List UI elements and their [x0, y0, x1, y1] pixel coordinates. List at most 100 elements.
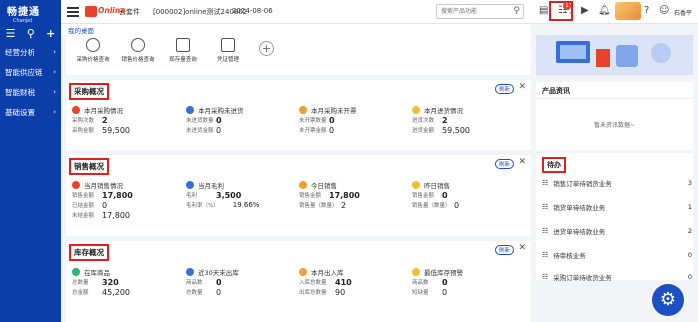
search-input[interactable] — [437, 5, 509, 18]
promo-avatar[interactable] — [615, 2, 641, 20]
add-icon[interactable]: + — [46, 27, 55, 40]
user-avatar-icon[interactable]: ☺ — [659, 5, 669, 17]
add-shortcut-button[interactable]: + — [259, 41, 274, 56]
todo-item[interactable]: ☷ 进货单待结款业务 2 — [542, 226, 692, 236]
business-date: 2024-08-06 — [232, 7, 273, 15]
user-name[interactable]: 石香平 — [674, 8, 692, 17]
stat-block: 在库商品 总数量 320 总金额 45,200 — [72, 267, 184, 297]
stock-icon — [72, 268, 80, 276]
stat-value: 2 — [341, 200, 347, 210]
stat-value: 0 — [442, 190, 448, 200]
stat-key: 总数量 — [186, 290, 203, 296]
card-title: 销售概况 — [69, 158, 109, 175]
stat-key: 销售金额 — [299, 193, 322, 199]
sidebar: 畅捷通 Chanjet ☰ ⚲ + 经营分析 › 智能供应链 › 智能财税 › 基础设… — [0, 0, 61, 322]
sidebar-item-label: 智能供应链 — [5, 67, 43, 77]
stat-value: 0 — [454, 200, 460, 210]
stock-overview-card: 库存概况 刷新 ✕ 在库商品 总数量 320 总金额 45,200 近30天未出库 … — [66, 241, 531, 322]
stat-key: 入库总数量 — [299, 280, 327, 286]
stat-head: 今日销售 — [311, 182, 337, 190]
stat-head: 当月毛利 — [198, 182, 224, 190]
stat-value: 0 — [216, 115, 222, 125]
refresh-button[interactable]: 刷新 — [494, 159, 514, 169]
sidebar-item-supply-chain[interactable]: 智能供应链 › — [0, 62, 61, 82]
stat-block: 本月采购未进货 未进货数量 0 未进货金额 0 — [186, 105, 298, 135]
stat-value: 17,800 — [329, 190, 360, 200]
quick-label: 凭证管理 — [216, 57, 239, 63]
refresh-button[interactable]: 刷新 — [494, 245, 514, 255]
stat-head: 最低库存预警 — [424, 269, 463, 277]
stat-key: 商品数 — [412, 280, 429, 286]
stat-value: 19.66% — [232, 201, 260, 209]
purchase-icon — [299, 106, 307, 114]
chevron-right-icon: › — [53, 48, 56, 56]
stat-value: 59,500 — [102, 125, 130, 135]
stat-value: 0 — [329, 115, 335, 125]
banner-illustration — [556, 41, 671, 67]
list-icon[interactable]: ☰ — [6, 27, 16, 40]
quick-stock-query[interactable]: 现存量查询 — [161, 38, 205, 63]
stat-value: 90 — [335, 287, 346, 297]
close-icon[interactable]: ✕ — [518, 243, 526, 253]
stat-value: 0 — [216, 287, 222, 297]
sidebar-item-business-analysis[interactable]: 经营分析 › — [0, 42, 61, 62]
close-icon[interactable]: ✕ — [518, 157, 526, 167]
sidebar-item-basic-settings[interactable]: 基础设置 › — [0, 102, 61, 122]
quick-voucher[interactable]: 凭证管理 — [206, 38, 250, 63]
calculator-icon[interactable]: ▤ — [539, 5, 548, 17]
stat-key: 未进货金额 — [186, 128, 214, 134]
stock-icon — [299, 268, 307, 276]
close-icon[interactable]: ✕ — [518, 82, 526, 92]
stat-key: 销售量（数量） — [412, 203, 451, 209]
bell-icon[interactable]: 🔔︎ — [598, 5, 611, 17]
stat-head: 本月采购情况 — [84, 107, 123, 115]
refresh-button[interactable]: 刷新 — [494, 84, 514, 94]
task-list-icon[interactable]: ☷ 1 — [558, 2, 571, 17]
stat-block: 本月出入库 入库总数量 410 出库总数量 90 — [299, 267, 411, 297]
chevron-right-icon: › — [53, 88, 56, 96]
stat-block: 本月采购情况 采购次数 2 采购金额 59,500 — [72, 105, 184, 135]
stat-value: 2 — [102, 115, 108, 125]
todo-title: 待办 — [542, 157, 566, 173]
promo-banner[interactable] — [536, 35, 693, 75]
sidebar-tools: ☰ ⚲ + — [0, 25, 61, 41]
todo-item[interactable]: ☷ 采购订单待收货业务 0 — [542, 272, 692, 282]
quick-purchase-price[interactable]: 采购价格查询 — [71, 38, 115, 63]
todo-count: 3 — [687, 179, 692, 187]
stat-key: 已结金额 — [72, 203, 95, 209]
voucher-icon — [221, 38, 235, 52]
quick-sales-price[interactable]: 销售价格查询 — [116, 38, 160, 63]
stat-head: 本月采购未开票 — [311, 107, 357, 115]
stat-key: 进货次数 — [412, 118, 435, 124]
search-icon[interactable]: ⚲ — [27, 27, 35, 40]
stat-value: 0 — [102, 200, 108, 210]
todo-count: 0 — [687, 273, 692, 281]
stat-key: 未开票金额 — [299, 128, 327, 134]
stat-head: 昨日销售 — [424, 182, 450, 190]
todo-item[interactable]: ☷ 销货单待结款业务 1 — [542, 202, 692, 212]
stat-block: 本月进货情况 进货次数 2 进货金额 59,500 — [412, 105, 524, 135]
settings-gear-icon[interactable]: ⚙ — [652, 284, 684, 316]
stat-key: 销售金额 — [412, 193, 435, 199]
video-icon[interactable]: ▶ — [581, 5, 589, 17]
stat-value: 410 — [335, 277, 352, 287]
stock-icon — [176, 38, 190, 52]
stat-block: 当月毛利 毛利 3,500 毛利率（%） 19.66% — [186, 180, 298, 210]
todo-label: 销售订单待销货业务 — [553, 180, 612, 188]
todo-item[interactable]: ☷ 待审核业务 0 — [542, 250, 692, 260]
stat-block: 今日销售 销售金额 17,800 销售量（数量） 2 — [299, 180, 411, 210]
stat-key: 进货金额 — [412, 128, 435, 134]
news-empty-text: 暂未资讯数据~ — [593, 122, 636, 129]
todo-count: 0 — [687, 251, 692, 259]
search-icon[interactable]: ⚲ — [513, 6, 520, 16]
help-icon[interactable]: ? — [644, 5, 649, 17]
menu-toggle-icon[interactable] — [67, 7, 79, 17]
stat-value: 17,800 — [102, 210, 130, 220]
stat-key: 总金额 — [72, 290, 89, 296]
sidebar-item-label: 基础设置 — [5, 107, 35, 117]
card-title: 采购概况 — [69, 83, 109, 100]
purchase-icon — [72, 106, 80, 114]
search-box[interactable]: ⚲ — [436, 4, 524, 19]
sidebar-item-finance-tax[interactable]: 智能财税 › — [0, 82, 61, 102]
todo-item[interactable]: ☷ 销售订单待销货业务 3 — [542, 178, 692, 188]
